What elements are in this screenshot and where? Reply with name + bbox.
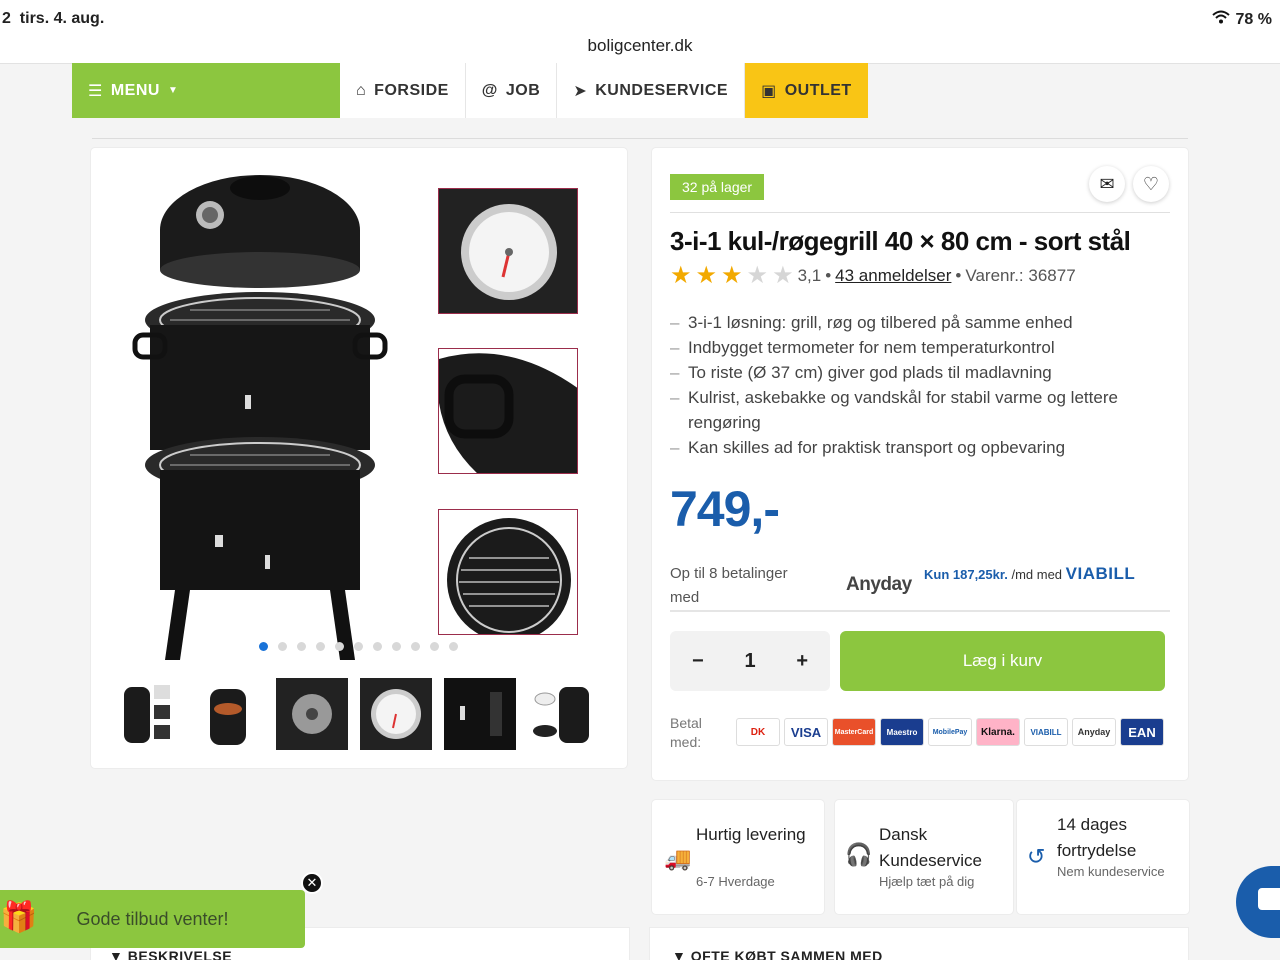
nav-kundeservice[interactable]: ➤ KUNDESERVICE bbox=[557, 63, 746, 118]
pagination-dot[interactable] bbox=[373, 642, 382, 651]
feature-item: Kan skilles ad for praktisk transport og… bbox=[670, 435, 1170, 460]
pagination-dot[interactable] bbox=[259, 642, 268, 651]
hamburger-icon: ☰ bbox=[88, 82, 103, 100]
product-main-image[interactable] bbox=[130, 170, 390, 660]
gift-icon: 🎁 bbox=[0, 901, 38, 934]
thumbnail[interactable] bbox=[192, 678, 264, 750]
caret-down-icon: ▼ bbox=[167, 85, 179, 96]
return-icon: ↺ bbox=[1027, 844, 1046, 869]
ean-logo: EAN bbox=[1120, 718, 1164, 746]
pagination-dot[interactable] bbox=[278, 642, 287, 651]
pagination-dot[interactable] bbox=[411, 642, 420, 651]
feature-item: To riste (Ø 37 cm) giver god plads til m… bbox=[670, 360, 1170, 385]
thumbnail-strip bbox=[108, 678, 600, 750]
rating-value: 3,1 bbox=[797, 266, 822, 285]
envelope-icon: ✉ bbox=[1099, 173, 1115, 194]
decrease-button[interactable]: − bbox=[692, 650, 704, 673]
star-icon: ★ bbox=[721, 262, 743, 289]
star-icon: ★ bbox=[695, 262, 718, 289]
thumbnail[interactable] bbox=[108, 678, 180, 750]
nav-job[interactable]: @ JOB bbox=[466, 63, 558, 118]
dankort-logo: DK bbox=[736, 718, 780, 746]
wishlist-button[interactable]: ♡ bbox=[1133, 166, 1169, 202]
payment-methods: DK VISA MasterCard Maestro MobilePay Kla… bbox=[736, 718, 1164, 746]
bought-together-section[interactable]: ▼ OFTE KØBT SAMMEN MED bbox=[650, 928, 1188, 960]
info-divider bbox=[670, 212, 1170, 213]
feature-item: Kulrist, askebakke og vandskål for stabi… bbox=[670, 385, 1170, 435]
quantity-value[interactable]: 1 bbox=[744, 650, 755, 673]
breadcrumb bbox=[100, 116, 350, 122]
anyday-card-logo: Anyday bbox=[1072, 718, 1116, 746]
nav-outlet[interactable]: ▣ OUTLET bbox=[745, 63, 868, 118]
paper-plane-icon: ➤ bbox=[573, 82, 588, 100]
add-to-cart-button[interactable]: Læg i kurv bbox=[840, 631, 1165, 691]
stock-badge: 32 på lager bbox=[670, 174, 765, 200]
heart-icon: ♡ bbox=[1142, 173, 1160, 194]
thumbnail[interactable] bbox=[528, 678, 600, 750]
sku: Varenr.: 36877 bbox=[965, 266, 1076, 285]
mobilepay-logo: MobilePay bbox=[928, 718, 972, 746]
pagination-dot[interactable] bbox=[354, 642, 363, 651]
url-bar[interactable]: boligcenter.dk bbox=[0, 36, 1280, 64]
home-icon: ⌂ bbox=[356, 81, 367, 99]
pagination-dot[interactable] bbox=[316, 642, 325, 651]
archive-icon: ▣ bbox=[761, 82, 777, 100]
viabill-offer[interactable]: Kun 187,25kr. /md med VIABILL bbox=[924, 564, 1135, 584]
status-time: 2 tirs. 4. aug. bbox=[2, 10, 105, 27]
usp-delivery: 🚚 Hurtig levering 6-7 Hverdage bbox=[652, 800, 824, 914]
menu-button[interactable]: ☰ MENU ▼ bbox=[72, 63, 340, 118]
thumbnail[interactable] bbox=[360, 678, 432, 750]
promo-toast[interactable]: 🎁 Gode tilbud venter! bbox=[0, 890, 305, 948]
mastercard-logo: MasterCard bbox=[832, 718, 876, 746]
status-right: 78 % bbox=[1211, 10, 1272, 29]
reviews-link[interactable]: 43 anmeldelser bbox=[835, 266, 951, 286]
feature-item: 3-i-1 løsning: grill, røg og tilbered på… bbox=[670, 310, 1170, 335]
nav-forside[interactable]: ⌂ FORSIDE bbox=[340, 63, 466, 118]
klarna-logo: Klarna. bbox=[976, 718, 1020, 746]
gallery-thumb-grate[interactable] bbox=[438, 509, 578, 635]
usp-returns: ↺ 14 dages fortrydelse Nem kundeservice bbox=[1017, 800, 1189, 914]
price: 749,- bbox=[670, 481, 780, 537]
installments-text: Op til 8 betalinger med bbox=[670, 565, 788, 606]
quantity-stepper: − 1 + bbox=[670, 631, 830, 691]
status-bar: 2 tirs. 4. aug. 78 % bbox=[0, 0, 1280, 36]
pagination-dot[interactable] bbox=[297, 642, 306, 651]
feature-list: 3-i-1 løsning: grill, røg og tilbered på… bbox=[670, 310, 1170, 460]
increase-button[interactable]: + bbox=[796, 650, 808, 673]
star-icon: ★ bbox=[772, 262, 794, 289]
breadcrumb-divider bbox=[92, 138, 1188, 139]
chat-button[interactable] bbox=[1236, 866, 1280, 938]
product-title: 3-i-1 kul-/røgegrill 40 × 80 cm - sort s… bbox=[670, 226, 1131, 256]
pay-with-label: Betal med: bbox=[670, 715, 702, 750]
visa-logo: VISA bbox=[784, 718, 828, 746]
wifi-icon bbox=[1211, 10, 1230, 29]
battery-text: 78 % bbox=[1235, 10, 1272, 28]
anyday-logo[interactable]: Anyday bbox=[846, 574, 912, 596]
pagination-dot[interactable] bbox=[335, 642, 344, 651]
main-nav: ☰ MENU ▼ ⌂ FORSIDE @ JOB ➤ KUNDESERVICE ▣ OU… bbox=[72, 63, 868, 118]
gallery-thumb-handle[interactable] bbox=[438, 348, 578, 474]
payment-divider bbox=[670, 610, 1170, 612]
pagination-dot[interactable] bbox=[392, 642, 401, 651]
at-icon: @ bbox=[481, 81, 498, 99]
pagination-dot[interactable] bbox=[430, 642, 439, 651]
usp-support: 🎧 Dansk Kundeservice Hjælp tæt på dig bbox=[835, 800, 1013, 914]
email-button[interactable]: ✉ bbox=[1089, 166, 1125, 202]
feature-item: Indbygget termometer for nem temperaturk… bbox=[670, 335, 1170, 360]
truck-icon: 🚚 bbox=[664, 846, 692, 871]
thumbnail[interactable] bbox=[444, 678, 516, 750]
star-icon: ★ bbox=[670, 262, 692, 289]
gallery-pagination bbox=[259, 642, 458, 651]
star-icon: ★ bbox=[746, 262, 769, 289]
rating-row: ★ ★ ★ ★ ★ 3,1 • 43 anmeldelser • Varenr.… bbox=[670, 262, 1076, 289]
thumbnail[interactable] bbox=[276, 678, 348, 750]
gallery-thumb-thermometer[interactable] bbox=[438, 188, 578, 314]
close-icon[interactable]: ✕ bbox=[301, 872, 323, 894]
headset-icon: 🎧 bbox=[845, 842, 873, 867]
maestro-logo: Maestro bbox=[880, 718, 924, 746]
viabill-logo: VIABILL bbox=[1024, 718, 1068, 746]
pagination-dot[interactable] bbox=[449, 642, 458, 651]
